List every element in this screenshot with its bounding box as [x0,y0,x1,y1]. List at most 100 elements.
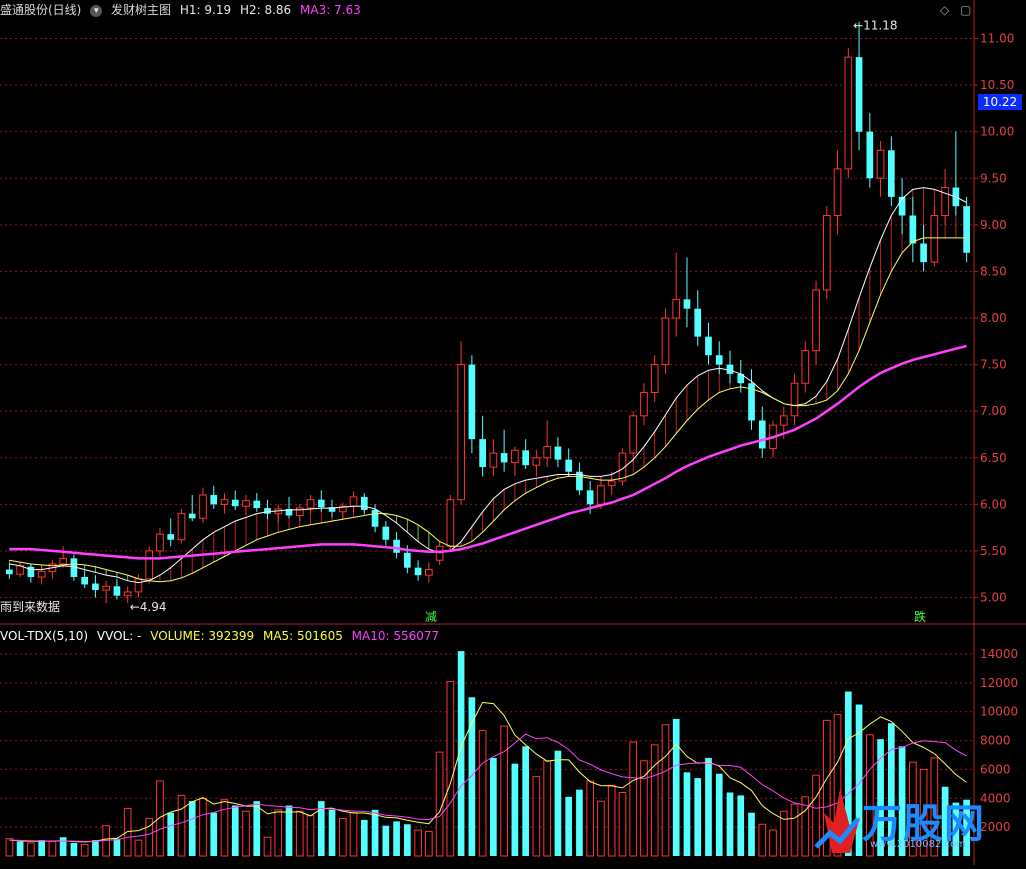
candle-body-down [403,552,411,568]
volume-bar-down [511,763,519,856]
volume-bar-up [425,830,433,857]
candle-body-down [414,567,422,576]
candle-body-down [683,299,691,309]
stock-name: 盛通股份(日线) [0,3,82,17]
vvol-value: VVOL: - [96,629,142,643]
candle-body-down [705,336,712,356]
volume-bar-up [435,751,444,857]
candle-body-down [866,131,874,179]
volume-bar-down [285,805,293,856]
volume-bar-down [403,824,411,856]
current-price-box: 10.22 [978,94,1022,110]
volume-bar-down [672,718,680,856]
candle-body-down [210,495,218,505]
candle-body-down [715,355,723,365]
candle-body-down [586,490,594,505]
high-price-label: ←11.18 [853,19,897,33]
logo-url: www.2010082.com [870,839,966,850]
candle-body-down [500,453,508,463]
volume-tick-label: 10000 [980,705,1018,719]
volume-bar-down [253,801,261,856]
candle-body-down [726,364,734,374]
volume-bar-up [220,799,229,857]
candle-body-down [6,569,13,575]
no-data-label: 雨到来数据 [0,599,60,614]
indicator-name[interactable]: 发财树主图 [111,3,171,17]
volume-bar-down [382,825,390,856]
volume-bar-down [317,801,325,856]
candle-body-down [758,420,766,449]
price-tick-label: 9.00 [980,218,1007,232]
candle-body-down [317,499,325,508]
volume-bar-up [500,725,508,857]
price-tick-label: 10.50 [980,78,1014,92]
volume-bar-down [705,757,712,856]
price-tick-label: 10.00 [980,125,1014,139]
volume-bar-up [48,841,57,857]
candle-body-up [295,507,304,517]
candle-body-down [382,526,390,540]
candle-body-up [349,496,358,507]
diamond-icon[interactable]: ◇ [940,3,949,17]
candle-body-down [371,509,379,527]
volume-bar-down [565,796,573,856]
candle-body-up [812,289,820,352]
volume-bar-up [769,829,777,857]
price-tick-label: 11.00 [980,32,1014,46]
volume-bar-down [715,773,723,856]
volume-bar-down [522,746,529,856]
volume-bar-down [576,789,583,856]
volume-bar-up [650,744,659,857]
candle-body-up [156,533,164,552]
price-tick-label: 5.00 [980,591,1007,605]
stock-chart-stage[interactable]: 11.00 10.50 10.00 9.50 9.00 8.50 8.00 7.50 7.00 6… [0,0,1026,865]
low-price-label: ←4.94 [130,600,167,614]
volume-tick-label: 12000 [980,676,1018,690]
candle-body-up [941,187,949,217]
window-toggle-icon[interactable]: ▢ [960,3,971,17]
candle-body-up [220,499,229,505]
candle-body-up [446,499,455,547]
candle-body-up [629,415,638,454]
candle-body-up [790,382,799,417]
volume-bar-up [661,724,670,857]
vol-chart-header: VOL-TDX(5,10) VVOL: - VOLUME: 392399 MA5… [0,626,444,646]
volume-bar-up [629,741,638,857]
volume-bar-down [231,805,239,856]
candle-body-down [565,459,573,472]
price-tick-label: 9.50 [980,171,1007,185]
candle-body-down [92,583,99,591]
vol-indicator-name[interactable]: VOL-TDX(5,10) [0,629,88,643]
price-tick-label: 7.00 [980,404,1007,418]
candle-body-up [607,480,616,487]
volume-bar-up [5,838,14,857]
volume-bar-down [490,757,497,856]
volume-bar-up [80,843,89,857]
price-tick-label: 7.50 [980,358,1007,372]
volume-bar-down [92,840,99,856]
chevron-down-icon[interactable]: ▾ [90,4,103,17]
candle-body-down [909,215,917,244]
volume-bar-up [306,815,315,857]
drop-signal-label: 跌 [914,609,926,624]
wangu-logo: 万股网 www.2010082.com [810,783,1000,857]
candle-body-up [833,168,842,217]
candle-body-up [145,550,154,580]
volume-bar-down [468,697,476,856]
volume-bar-up [27,842,35,857]
candle-body-up [779,415,788,426]
chart-svg[interactable]: 11.00 10.50 10.00 9.50 9.00 8.50 8.00 7.50 7.00 6… [0,0,1026,865]
price-tick-label: 6.00 [980,497,1007,511]
volume-bar-up [790,803,799,857]
volume-tick-label: 6000 [980,762,1011,776]
volume-bar-up [597,800,605,857]
ma10-volume-value: MA10: 556077 [351,629,440,643]
volume-bar-up [199,797,207,857]
volume-bar-down [16,841,24,856]
candle-body-up [199,494,207,519]
volume-bar-down [683,772,691,856]
volume-bar-up [338,817,347,857]
candle-body-down [393,539,400,553]
volume-bar-down [360,819,368,856]
candle-body-down [963,206,970,253]
